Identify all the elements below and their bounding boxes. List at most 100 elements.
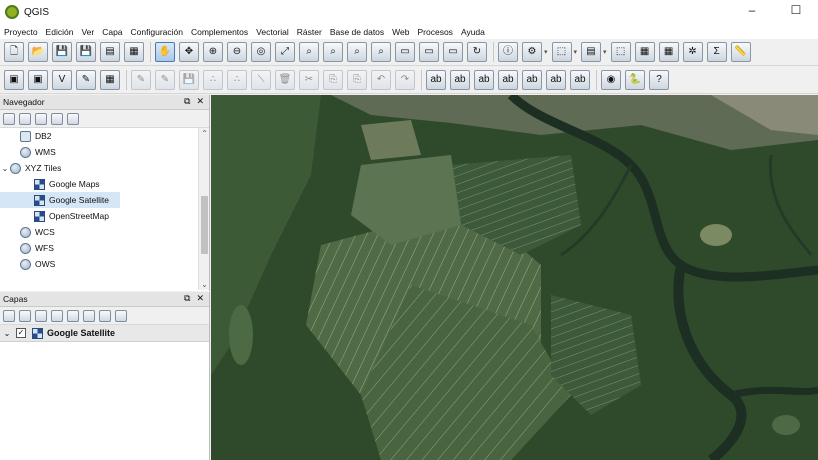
info-icon[interactable] [67, 112, 79, 125]
pan-icon[interactable]: ✋ [155, 42, 175, 62]
tree-item-wcs[interactable]: WCS [0, 224, 209, 240]
style-brush-icon[interactable] [3, 309, 15, 322]
tree-item-ows[interactable]: OWS [0, 256, 209, 272]
chevron-down-icon[interactable]: ▾ [603, 48, 607, 56]
close-icon[interactable]: ✕ [196, 293, 204, 304]
run-action-icon[interactable]: ⚙ [522, 42, 542, 62]
paste-icon[interactable]: ⎘ [347, 69, 367, 90]
scroll-up-icon[interactable]: ⌃ [199, 129, 209, 138]
select-by-value-icon[interactable]: ▤ [581, 42, 602, 62]
cut-icon[interactable]: ✂ [299, 69, 319, 90]
label-icon[interactable]: ab [426, 69, 446, 90]
menu-edicion[interactable]: Edición [46, 27, 79, 37]
menu-ver[interactable]: Ver [81, 27, 99, 37]
menu-base-de-datos[interactable]: Base de datos [330, 27, 389, 37]
label-rotate-icon[interactable]: ab [546, 69, 566, 90]
filter-icon[interactable] [35, 112, 47, 125]
chevron-down-icon[interactable]: ▾ [574, 48, 578, 56]
menu-configuracion[interactable]: Configuración [131, 27, 188, 37]
refresh-icon[interactable] [19, 112, 31, 125]
add-point-icon[interactable]: ∴ [203, 69, 223, 90]
label-move-icon[interactable]: ab [522, 69, 542, 90]
open-project-icon[interactable]: 📂 [28, 42, 48, 62]
expand-all-icon[interactable] [83, 309, 95, 322]
save-edits-icon[interactable]: 💾 [179, 69, 199, 90]
filter-expression-icon[interactable] [67, 309, 79, 322]
toolbox-gear-icon[interactable]: ✲ [682, 42, 703, 62]
zoom-out-icon[interactable]: ⊖ [227, 42, 247, 62]
save-as-icon[interactable]: 💾 [76, 42, 96, 62]
statistics-sigma-icon[interactable]: Σ [706, 42, 727, 62]
zoom-selection-icon[interactable]: ⌕ [299, 42, 319, 62]
help-icon[interactable]: ? [649, 69, 669, 90]
layout-manager-icon[interactable]: ▦ [124, 42, 144, 62]
menu-web[interactable]: Web [392, 27, 414, 37]
tree-item-google-maps[interactable]: Google Maps [0, 176, 209, 192]
bookmark-icon[interactable]: ▭ [443, 42, 463, 62]
select-features-icon[interactable]: ⬚ [551, 42, 572, 62]
label-change-icon[interactable]: ab [570, 69, 590, 90]
layer-visibility-checkbox[interactable]: ✓ [16, 328, 26, 338]
label-show-hide-icon[interactable]: ab [498, 69, 518, 90]
save-project-icon[interactable]: 💾 [52, 42, 72, 62]
menu-raster[interactable]: Ráster [297, 27, 327, 37]
menu-vectorial[interactable]: Vectorial [256, 27, 294, 37]
tree-item-wfs[interactable]: WFS [0, 240, 209, 256]
map-canvas[interactable] [211, 95, 818, 460]
zoom-in-icon[interactable]: ⊕ [203, 42, 223, 62]
field-calculator-icon[interactable]: ▦ [658, 42, 679, 62]
data-source-manager-icon[interactable]: ▣ [4, 69, 24, 90]
modify-attributes-icon[interactable]: ⟍ [251, 69, 271, 90]
menu-ayuda[interactable]: Ayuda [461, 27, 490, 37]
label-highlight-icon[interactable]: ab [474, 69, 494, 90]
new-project-icon[interactable]: 🗋 [4, 42, 24, 62]
tree-item-openstreetmap[interactable]: OpenStreetMap [0, 208, 209, 224]
pan-to-selection-icon[interactable]: ✥ [179, 42, 199, 62]
delete-icon[interactable]: 🗑 [275, 69, 295, 90]
plugin-globe-icon[interactable]: ◉ [601, 69, 621, 90]
scrollbar-thumb[interactable] [201, 196, 208, 254]
new-map-view-icon[interactable]: ▭ [395, 42, 415, 62]
vertex-tool-icon[interactable]: ∴ [227, 69, 247, 90]
minimize-icon[interactable]: – [744, 3, 760, 17]
float-panel-icon[interactable]: ⧉ [184, 293, 190, 304]
tree-item-google-satellite[interactable]: Google Satellite [0, 192, 120, 208]
new-print-layout-icon[interactable]: ▤ [100, 42, 120, 62]
zoom-last-icon[interactable]: ⌕ [347, 42, 367, 62]
add-wms-icon[interactable]: ▦ [100, 69, 120, 90]
remove-layer-icon[interactable] [115, 309, 127, 322]
attribute-table-icon[interactable]: ▦ [634, 42, 655, 62]
toggle-editing-icon[interactable]: ✎ [155, 69, 175, 90]
deselect-icon[interactable]: ⬚ [610, 42, 631, 62]
add-layer-icon[interactable]: ▣ [28, 69, 48, 90]
zoom-next-icon[interactable]: ⌕ [371, 42, 391, 62]
menu-procesos[interactable]: Procesos [418, 27, 458, 37]
menu-proyecto[interactable]: Proyecto [4, 27, 43, 37]
menu-capa[interactable]: Capa [102, 27, 127, 37]
label-pin-icon[interactable]: ab [450, 69, 470, 90]
manage-visibility-icon[interactable] [35, 309, 47, 322]
navigator-scrollbar[interactable]: ⌃ ⌄ [198, 128, 209, 290]
float-panel-icon[interactable]: ⧉ [184, 96, 190, 107]
refresh-icon[interactable]: ↻ [467, 42, 487, 62]
identify-icon[interactable]: ⓘ [498, 42, 518, 62]
collapse-all-icon[interactable] [51, 112, 63, 125]
chevron-down-icon[interactable]: ⌄ [2, 329, 12, 338]
new-3d-map-icon[interactable]: ▭ [419, 42, 439, 62]
zoom-full-icon[interactable]: ⤢ [275, 42, 295, 62]
python-console-icon[interactable]: 🐍 [625, 69, 645, 90]
undo-icon[interactable]: ↶ [371, 69, 391, 90]
layer-item-google-satellite[interactable]: ⌄ ✓ Google Satellite [0, 325, 209, 342]
collapse-all-icon[interactable] [99, 309, 111, 322]
menu-complementos[interactable]: Complementos [191, 27, 253, 37]
zoom-native-icon[interactable]: ◎ [251, 42, 271, 62]
current-edits-icon[interactable]: ✎ [131, 69, 151, 90]
tree-item-wms[interactable]: WMS [0, 144, 209, 160]
redo-icon[interactable]: ↷ [395, 69, 415, 90]
chevron-down-icon[interactable]: ⌄ [0, 164, 10, 173]
add-vector-layer-icon[interactable]: V [52, 69, 72, 90]
zoom-layer-icon[interactable]: ⌕ [323, 42, 343, 62]
close-icon[interactable]: ✕ [196, 96, 204, 107]
chevron-down-icon[interactable]: ▾ [544, 48, 548, 56]
digitize-icon[interactable]: ✎ [76, 69, 96, 90]
